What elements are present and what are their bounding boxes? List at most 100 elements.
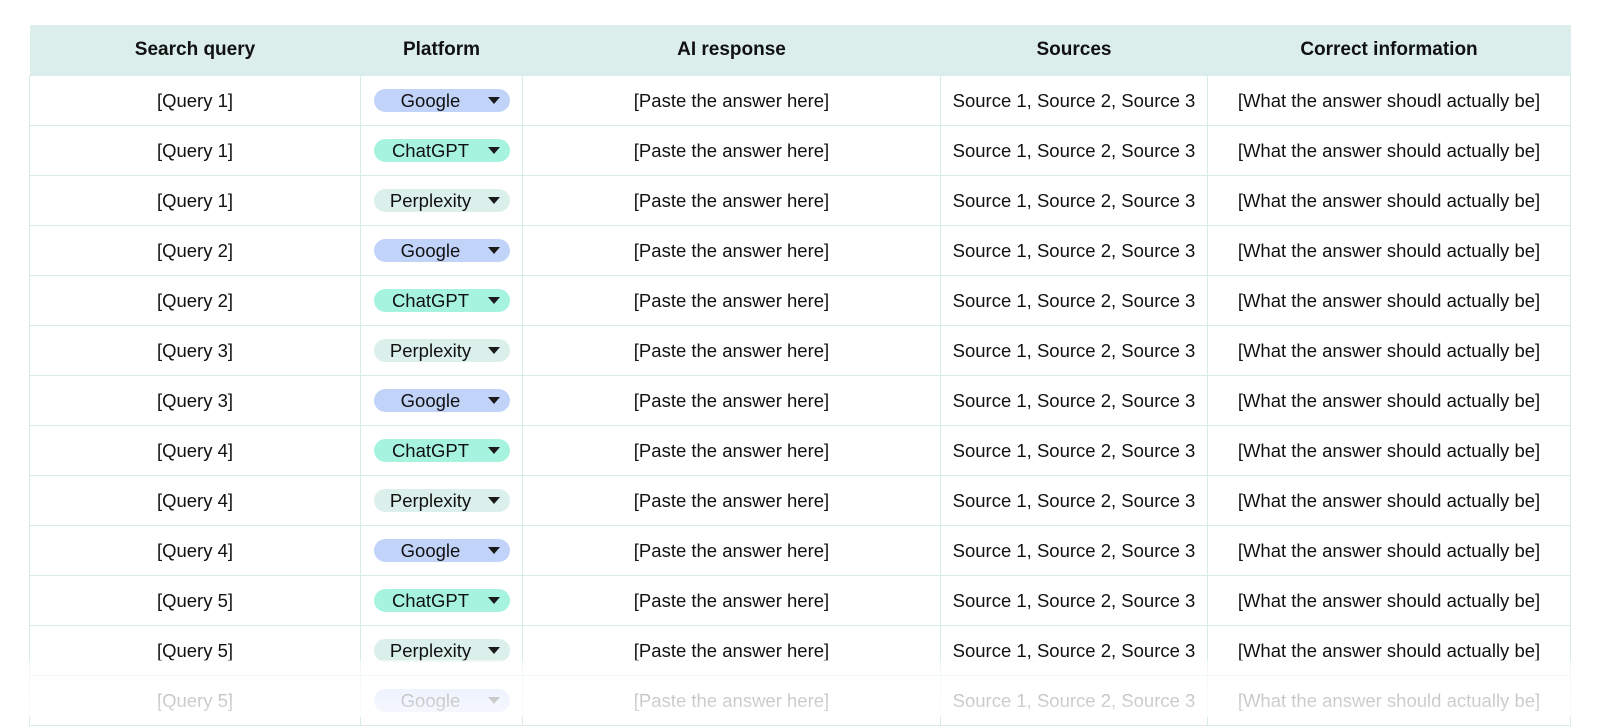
cell-sources[interactable]: Source 1, Source 2, Source 3 [940,275,1208,326]
cell-ai-response[interactable]: [Paste the answer here] [522,425,941,476]
cell-ai-response[interactable]: [Paste the answer here] [522,325,941,376]
cell-search-query[interactable]: [Query 2] [29,225,361,276]
column-header-ai-response[interactable]: AI response [522,25,941,76]
caret-down-icon[interactable] [487,647,500,654]
cell-correct-information[interactable]: [What the answer should actually be] [1207,475,1571,526]
cell-search-query[interactable]: [Query 3] [29,375,361,426]
cell-ai-response[interactable]: [Paste the answer here] [522,575,941,626]
cell-platform: ChatGPT [360,575,523,626]
table-row: [Query 2] ChatGPT [Paste the answer here] S… [29,275,1571,326]
spreadsheet-table-container: Search query Platform AI response Source… [29,25,1571,726]
table-row: [Query 5] Perplexity [Paste the answer her… [29,625,1571,676]
platform-dropdown-chip[interactable]: Google [373,539,510,562]
caret-down-icon[interactable] [487,497,500,504]
caret-down-icon[interactable] [487,347,500,354]
cell-ai-response[interactable]: [Paste the answer here] [522,625,941,676]
column-header-sources[interactable]: Sources [940,25,1208,76]
platform-dropdown-chip[interactable]: Perplexity [373,189,510,212]
cell-correct-information[interactable]: [What the answer should actually be] [1207,175,1571,226]
table-row: [Query 1] Perplexity [Paste the answer her… [29,175,1571,226]
cell-search-query[interactable]: [Query 3] [29,325,361,376]
platform-dropdown-chip[interactable]: Perplexity [373,639,510,662]
cell-correct-information[interactable]: [What the answer should actually be] [1207,425,1571,476]
cell-search-query[interactable]: [Query 4] [29,425,361,476]
cell-platform: Perplexity [360,625,523,676]
platform-dropdown-chip[interactable]: ChatGPT [373,589,510,612]
platform-dropdown-chip[interactable]: Google [373,89,510,112]
caret-down-icon[interactable] [487,97,500,104]
cell-sources[interactable]: Source 1, Source 2, Source 3 [940,575,1208,626]
cell-sources[interactable]: Source 1, Source 2, Source 3 [940,225,1208,276]
cell-platform: Google [360,525,523,576]
caret-down-icon[interactable] [487,297,500,304]
cell-correct-information[interactable]: [What the answer should actually be] [1207,625,1571,676]
cell-sources[interactable]: Source 1, Source 2, Source 3 [940,375,1208,426]
platform-dropdown-chip[interactable]: Google [373,239,510,262]
cell-sources[interactable]: Source 1, Source 2, Source 3 [940,425,1208,476]
cell-ai-response[interactable]: [Paste the answer here] [522,375,941,426]
ai-search-tracker-table: Search query Platform AI response Source… [29,25,1571,726]
cell-sources[interactable]: Source 1, Source 2, Source 3 [940,475,1208,526]
cell-ai-response[interactable]: [Paste the answer here] [522,75,941,126]
cell-search-query[interactable]: [Query 5] [29,675,361,726]
column-header-platform[interactable]: Platform [360,25,523,76]
cell-correct-information[interactable]: [What the answer should actually be] [1207,275,1571,326]
cell-correct-information[interactable]: [What the answer should actually be] [1207,575,1571,626]
cell-sources[interactable]: Source 1, Source 2, Source 3 [940,125,1208,176]
cell-correct-information[interactable]: [What the answer should actually be] [1207,325,1571,376]
table-row: [Query 4] Perplexity [Paste the answer her… [29,475,1571,526]
caret-down-icon[interactable] [487,197,500,204]
cell-search-query[interactable]: [Query 1] [29,175,361,226]
table-header: Search query Platform AI response Source… [29,25,1571,76]
cell-sources[interactable]: Source 1, Source 2, Source 3 [940,325,1208,376]
cell-correct-information[interactable]: [What the answer shoudl actually be] [1207,75,1571,126]
cell-correct-information[interactable]: [What the answer should actually be] [1207,125,1571,176]
cell-ai-response[interactable]: [Paste the answer here] [522,475,941,526]
cell-sources[interactable]: Source 1, Source 2, Source 3 [940,675,1208,726]
platform-dropdown-chip[interactable]: ChatGPT [373,139,510,162]
cell-platform: Google [360,75,523,126]
cell-search-query[interactable]: [Query 5] [29,625,361,676]
platform-dropdown-chip[interactable]: Google [373,689,510,712]
cell-ai-response[interactable]: [Paste the answer here] [522,675,941,726]
caret-down-icon[interactable] [487,697,500,704]
platform-dropdown-chip[interactable]: Perplexity [373,489,510,512]
cell-sources[interactable]: Source 1, Source 2, Source 3 [940,175,1208,226]
cell-search-query[interactable]: [Query 4] [29,475,361,526]
column-header-search-query[interactable]: Search query [29,25,361,76]
cell-ai-response[interactable]: [Paste the answer here] [522,125,941,176]
platform-dropdown-chip[interactable]: Perplexity [373,339,510,362]
caret-down-icon[interactable] [487,597,500,604]
caret-down-icon[interactable] [487,247,500,254]
platform-chip-label: Perplexity [389,639,472,661]
caret-down-icon[interactable] [487,547,500,554]
caret-down-icon[interactable] [487,147,500,154]
cell-correct-information[interactable]: [What the answer should actually be] [1207,525,1571,576]
cell-search-query[interactable]: [Query 1] [29,75,361,126]
cell-search-query[interactable]: [Query 5] [29,575,361,626]
cell-sources[interactable]: Source 1, Source 2, Source 3 [940,75,1208,126]
platform-chip-label: ChatGPT [391,589,470,611]
cell-sources[interactable]: Source 1, Source 2, Source 3 [940,525,1208,576]
cell-correct-information[interactable]: [What the answer should actually be] [1207,675,1571,726]
cell-ai-response[interactable]: [Paste the answer here] [522,175,941,226]
platform-chip-label: Google [400,689,461,711]
caret-down-icon[interactable] [487,397,500,404]
platform-chip-label: Google [400,89,461,111]
cell-sources[interactable]: Source 1, Source 2, Source 3 [940,625,1208,676]
cell-ai-response[interactable]: [Paste the answer here] [522,275,941,326]
cell-search-query[interactable]: [Query 2] [29,275,361,326]
platform-dropdown-chip[interactable]: Google [373,389,510,412]
column-header-correct-information[interactable]: Correct information [1207,25,1571,76]
platform-dropdown-chip[interactable]: ChatGPT [373,289,510,312]
cell-search-query[interactable]: [Query 1] [29,125,361,176]
cell-ai-response[interactable]: [Paste the answer here] [522,525,941,576]
platform-dropdown-chip[interactable]: ChatGPT [373,439,510,462]
cell-search-query[interactable]: [Query 4] [29,525,361,576]
cell-correct-information[interactable]: [What the answer should actually be] [1207,375,1571,426]
cell-platform: Google [360,225,523,276]
platform-chip-label: Google [400,389,461,411]
cell-correct-information[interactable]: [What the answer should actually be] [1207,225,1571,276]
cell-ai-response[interactable]: [Paste the answer here] [522,225,941,276]
caret-down-icon[interactable] [487,447,500,454]
